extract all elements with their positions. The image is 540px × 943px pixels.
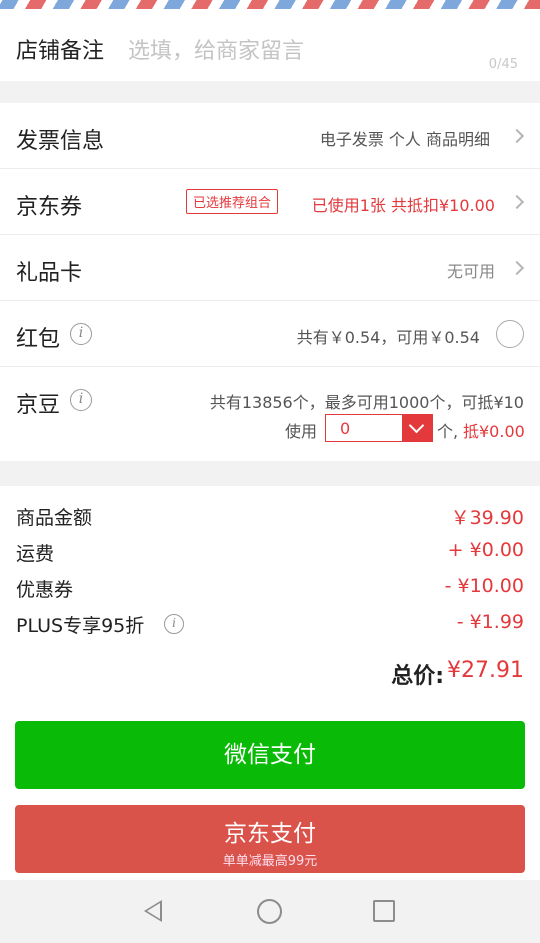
invoice-row[interactable]: 发票信息 电子发票 个人 商品明细 (0, 103, 540, 169)
jdbean-row: 京豆 i 共有13856个，最多可用1000个，可抵¥10 使用 0 个, 抵¥… (0, 367, 540, 461)
airmail-border (0, 0, 540, 9)
summary-line-amount: - ¥1.99 (456, 611, 524, 633)
invoice-title: 发票信息 (16, 129, 105, 154)
system-nav-bar (0, 880, 540, 943)
jdbean-quantity-select[interactable]: 0 (325, 414, 433, 442)
jd-pay-button[interactable]: 京东支付 单单减最高99元 (15, 805, 525, 873)
store-remark-section[interactable]: 店铺备注 选填，给商家留言 0/45 (0, 9, 540, 81)
summary-line-label: 优惠券 (16, 579, 74, 601)
jdbean-unit-label: 个, (437, 422, 459, 441)
back-icon[interactable] (144, 900, 162, 922)
redpacket-value: 共有￥0.54，可用￥0.54 (296, 328, 480, 347)
giftcard-row[interactable]: 礼品卡 无可用 (0, 235, 540, 301)
chevron-right-icon (509, 128, 525, 144)
summary-line-amount: ￥39.90 (450, 507, 524, 529)
store-remark-label: 店铺备注 (16, 39, 105, 64)
coupon-recommend-tag: 已选推荐组合 (186, 189, 279, 214)
redpacket-title: 红包 (16, 327, 61, 352)
chevron-right-icon (509, 260, 525, 276)
jdbean-title: 京豆 (16, 393, 61, 418)
price-summary: 商品金额 ￥39.90 运费 + ¥0.00 优惠券 - ¥10.00 PLUS… (0, 486, 540, 880)
jdbean-use-label: 使用 (285, 422, 318, 441)
info-icon[interactable]: i (70, 323, 92, 345)
home-icon[interactable] (257, 899, 282, 924)
info-icon[interactable]: i (164, 614, 184, 634)
recent-apps-icon[interactable] (373, 900, 395, 922)
order-options: 发票信息 电子发票 个人 商品明细 京东券 已选推荐组合 已使用1张 共抵扣¥1… (0, 103, 540, 461)
jd-pay-label: 京东支付 (224, 821, 316, 847)
total-value: ¥27.91 (447, 658, 524, 683)
jdbean-deduct: 抵¥0.00 (463, 422, 525, 441)
invoice-value: 电子发票 个人 商品明细 (319, 130, 490, 149)
jdbean-summary: 共有13856个，最多可用1000个，可抵¥10 (209, 393, 524, 412)
wechat-pay-label: 微信支付 (224, 742, 316, 768)
total-label: 总价: (391, 664, 444, 689)
chevron-right-icon (509, 194, 525, 210)
chevron-down-icon[interactable] (402, 415, 432, 441)
summary-line-amount: + ¥0.00 (447, 539, 524, 561)
coupon-title: 京东券 (16, 195, 83, 220)
summary-line-label: 运费 (16, 543, 55, 565)
jdbean-quantity-value: 0 (340, 419, 351, 438)
summary-line-label: 商品金额 (16, 507, 93, 529)
giftcard-title: 礼品卡 (16, 261, 83, 286)
coupon-row[interactable]: 京东券 已选推荐组合 已使用1张 共抵扣¥10.00 (0, 169, 540, 235)
summary-line-amount: - ¥10.00 (444, 575, 524, 597)
coupon-value: 已使用1张 共抵扣¥10.00 (311, 196, 495, 215)
store-remark-input[interactable]: 选填，给商家留言 (128, 33, 304, 65)
giftcard-value: 无可用 (446, 262, 495, 281)
store-remark-counter: 0/45 (488, 57, 518, 72)
redpacket-radio[interactable] (496, 320, 524, 348)
jd-pay-sublabel: 单单减最高99元 (222, 854, 318, 869)
summary-line-label: PLUS专享95折 (16, 615, 145, 637)
info-icon[interactable]: i (70, 389, 92, 411)
redpacket-row: 红包 i 共有￥0.54，可用￥0.54 (0, 301, 540, 367)
wechat-pay-button[interactable]: 微信支付 (15, 721, 525, 789)
